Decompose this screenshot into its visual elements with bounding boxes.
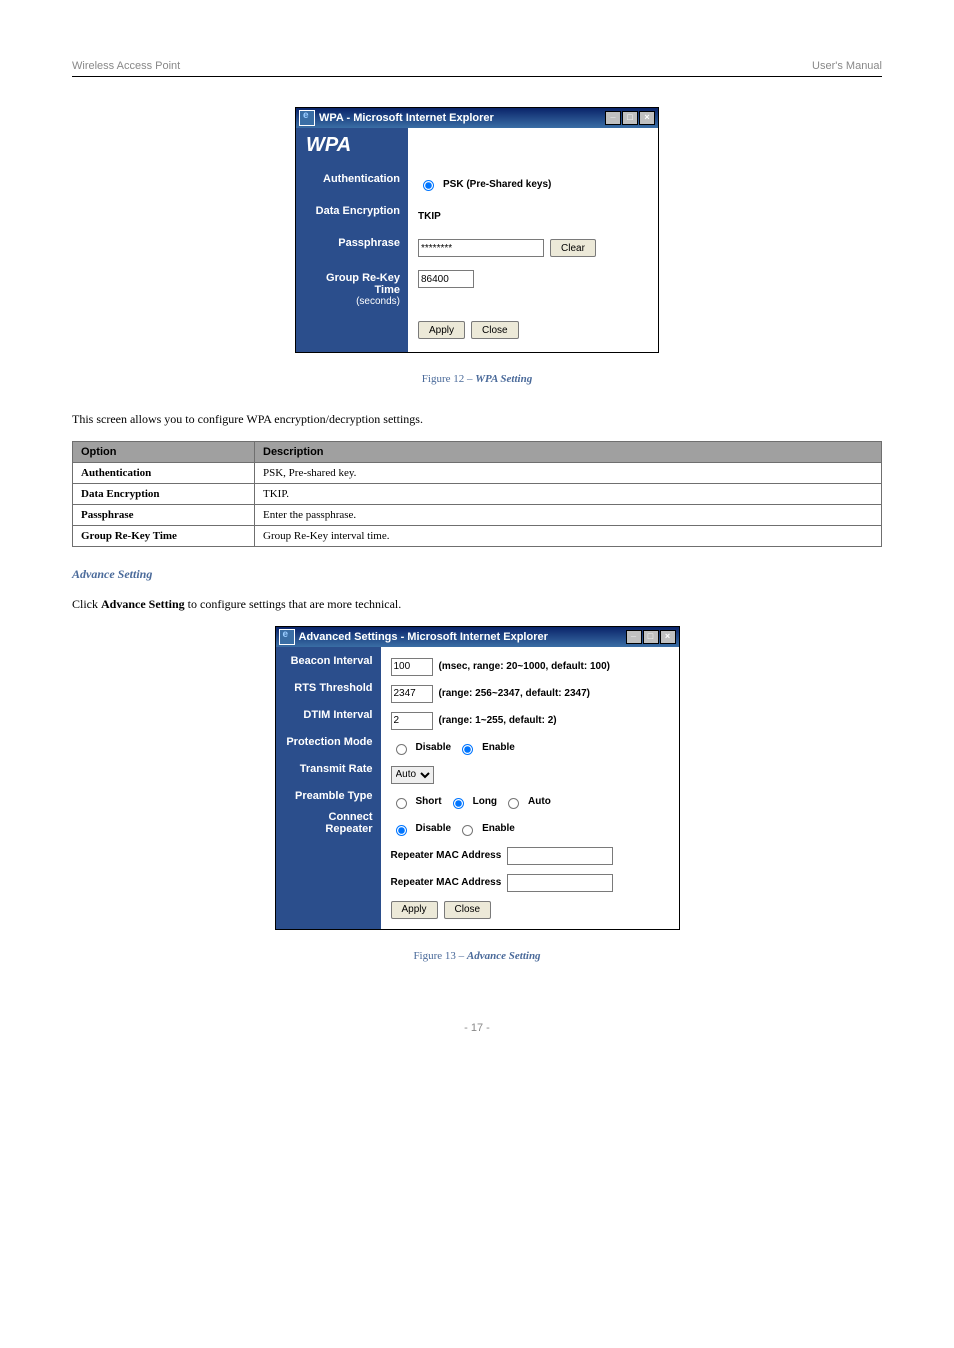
- advance-heading: Advance Setting: [72, 567, 882, 582]
- beacon-input[interactable]: [391, 658, 433, 676]
- prot-enable-radio[interactable]: [462, 744, 473, 755]
- rekey-input[interactable]: [418, 270, 474, 288]
- window-title: Advanced Settings - Microsoft Internet E…: [299, 631, 626, 643]
- rts-label: RTS Threshold: [276, 674, 381, 701]
- repeater-disable-radio[interactable]: [396, 825, 407, 836]
- dtim-input[interactable]: [391, 712, 433, 730]
- mac2-label: Repeater MAC Address: [391, 877, 502, 888]
- rekey-label: Group Re-Key Time (seconds): [296, 259, 408, 307]
- repeater-label: Connect Repeater: [276, 809, 381, 836]
- psk-radio[interactable]: [423, 180, 434, 191]
- apply-button[interactable]: Apply: [418, 321, 465, 339]
- header-left: Wireless Access Point: [72, 60, 180, 72]
- close-icon[interactable]: [660, 630, 676, 644]
- dtim-note: (range: 1~255, default: 2): [439, 715, 557, 726]
- transmit-rate-select[interactable]: Auto: [391, 766, 434, 784]
- th-desc: Description: [255, 442, 882, 463]
- repeater-enable-radio[interactable]: [462, 825, 473, 836]
- table-row: Group Re-Key TimeGroup Re-Key interval t…: [73, 526, 882, 547]
- auth-label: Authentication: [296, 163, 408, 195]
- beacon-note: (msec, range: 20~1000, default: 100): [439, 661, 610, 672]
- prot-disable-radio[interactable]: [396, 744, 407, 755]
- close-button[interactable]: Close: [444, 901, 492, 919]
- clear-button[interactable]: Clear: [550, 239, 596, 257]
- adv-intro: Click Advance Setting to configure setti…: [72, 596, 882, 612]
- page-number: - 17 -: [72, 1022, 882, 1034]
- adv-caption: Figure 13 – Advance Setting: [72, 950, 882, 962]
- enc-label: Data Encryption: [296, 195, 408, 227]
- header-right: User's Manual: [812, 60, 882, 72]
- th-option: Option: [73, 442, 255, 463]
- apply-button[interactable]: Apply: [391, 901, 438, 919]
- ie-icon: [299, 110, 315, 126]
- dtim-label: DTIM Interval: [276, 701, 381, 728]
- ie-icon: [279, 629, 295, 645]
- close-icon[interactable]: [639, 111, 655, 125]
- tx-label: Transmit Rate: [276, 755, 381, 782]
- maximize-icon[interactable]: [622, 111, 638, 125]
- wpa-intro: This screen allows you to configure WPA …: [72, 411, 882, 427]
- page-header: Wireless Access Point User's Manual: [72, 60, 882, 77]
- window-title: WPA - Microsoft Internet Explorer: [319, 112, 605, 124]
- minimize-icon[interactable]: [626, 630, 642, 644]
- advanced-window: Advanced Settings - Microsoft Internet E…: [275, 626, 680, 930]
- wpa-window: WPA - Microsoft Internet Explorer WPA Au…: [295, 107, 659, 353]
- wpa-caption: Figure 12 – WPA Setting: [72, 373, 882, 385]
- preamble-label: Preamble Type: [276, 782, 381, 809]
- mac1-input[interactable]: [507, 847, 613, 865]
- psk-option: PSK (Pre-Shared keys): [443, 179, 551, 190]
- preamble-auto-radio[interactable]: [508, 798, 519, 809]
- close-button[interactable]: Close: [471, 321, 519, 339]
- table-row: Data EncryptionTKIP.: [73, 484, 882, 505]
- beacon-label: Beacon Interval: [276, 647, 381, 674]
- titlebar: Advanced Settings - Microsoft Internet E…: [276, 627, 679, 647]
- passphrase-input[interactable]: [418, 239, 544, 257]
- mac2-input[interactable]: [507, 874, 613, 892]
- table-row: PassphraseEnter the passphrase.: [73, 505, 882, 526]
- pass-label: Passphrase: [296, 227, 408, 259]
- preamble-long-radio[interactable]: [453, 798, 464, 809]
- mac1-label: Repeater MAC Address: [391, 850, 502, 861]
- preamble-short-radio[interactable]: [396, 798, 407, 809]
- enc-value: TKIP: [418, 211, 441, 222]
- table-row: AuthenticationPSK, Pre-shared key.: [73, 463, 882, 484]
- wpa-heading: WPA: [296, 128, 408, 163]
- maximize-icon[interactable]: [643, 630, 659, 644]
- titlebar: WPA - Microsoft Internet Explorer: [296, 108, 658, 128]
- minimize-icon[interactable]: [605, 111, 621, 125]
- rts-note: (range: 256~2347, default: 2347): [439, 688, 590, 699]
- prot-label: Protection Mode: [276, 728, 381, 755]
- wpa-table: Option Description AuthenticationPSK, Pr…: [72, 441, 882, 547]
- rts-input[interactable]: [391, 685, 433, 703]
